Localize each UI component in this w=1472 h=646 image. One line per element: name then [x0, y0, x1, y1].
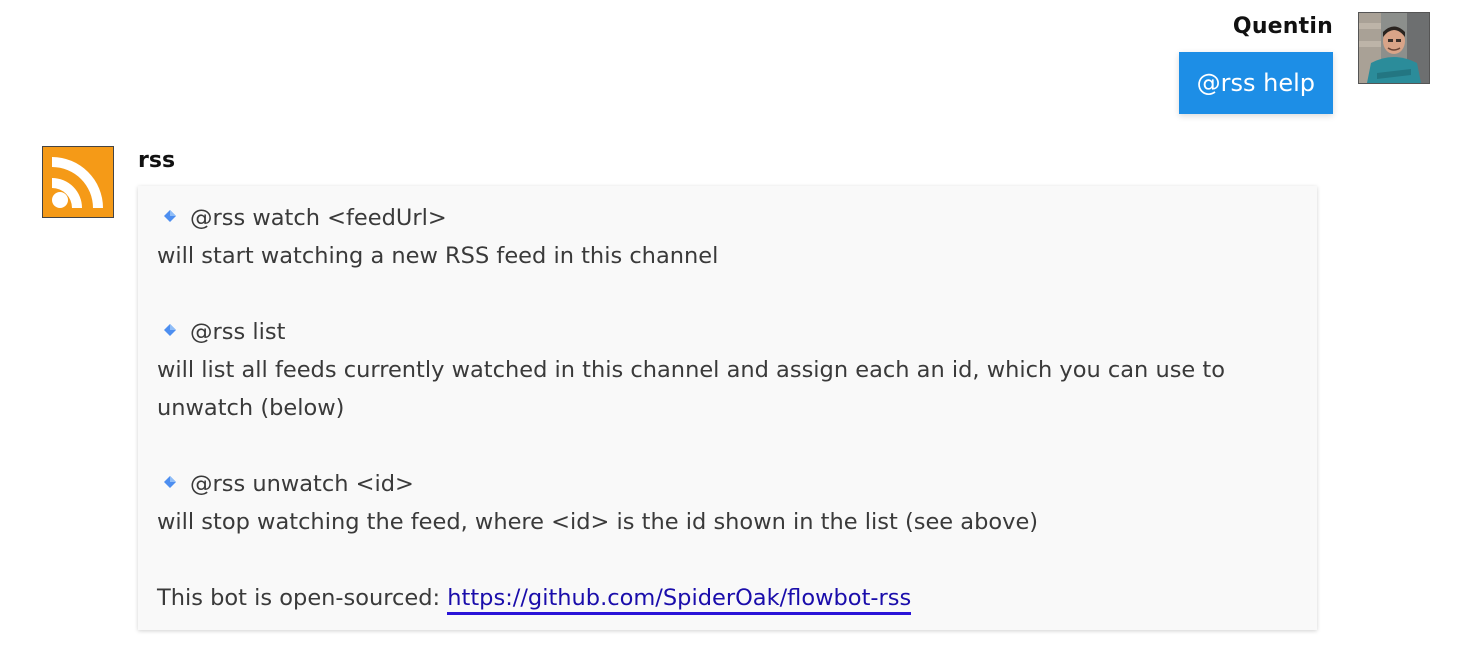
outgoing-message-bubble: @rss help	[1178, 52, 1333, 114]
rss-feed-icon	[43, 147, 113, 217]
user-avatar[interactable]	[1358, 12, 1430, 84]
bot-help-message: @rss watch <feedUrl> will start watching…	[138, 186, 1317, 630]
outgoing-message-text: @rss help	[1196, 69, 1315, 97]
command-text: @rss watch <feedUrl>	[190, 205, 447, 231]
small-blue-diamond-icon	[164, 476, 176, 488]
command-description: will start watching a new RSS feed in th…	[157, 243, 719, 269]
command-row-watch: @rss watch <feedUrl>	[157, 199, 1297, 237]
outgoing-sender-name: Quentin	[1232, 14, 1333, 39]
command-row-list: @rss list	[157, 313, 1297, 351]
repo-link[interactable]: https://github.com/SpiderOak/flowbot-rss	[447, 585, 912, 615]
rss-bot-avatar[interactable]	[42, 146, 114, 218]
command-text: @rss unwatch <id>	[190, 471, 414, 497]
user-photo-icon	[1359, 13, 1429, 83]
bot-sender-name: rss	[138, 148, 176, 173]
footer-line: This bot is open-sourced: https://github…	[157, 579, 1297, 617]
footer-text: This bot is open-sourced:	[157, 585, 448, 611]
command-description: will stop watching the feed, where <id> …	[157, 509, 1039, 535]
command-description: will list all feeds currently watched in…	[157, 357, 1226, 421]
command-row-unwatch: @rss unwatch <id>	[157, 465, 1297, 503]
command-text: @rss list	[190, 319, 286, 345]
chat-view: Quentin @rss help rss @rss watch <feedUr…	[0, 0, 1472, 646]
small-blue-diamond-icon	[164, 324, 176, 336]
small-blue-diamond-icon	[164, 210, 176, 222]
